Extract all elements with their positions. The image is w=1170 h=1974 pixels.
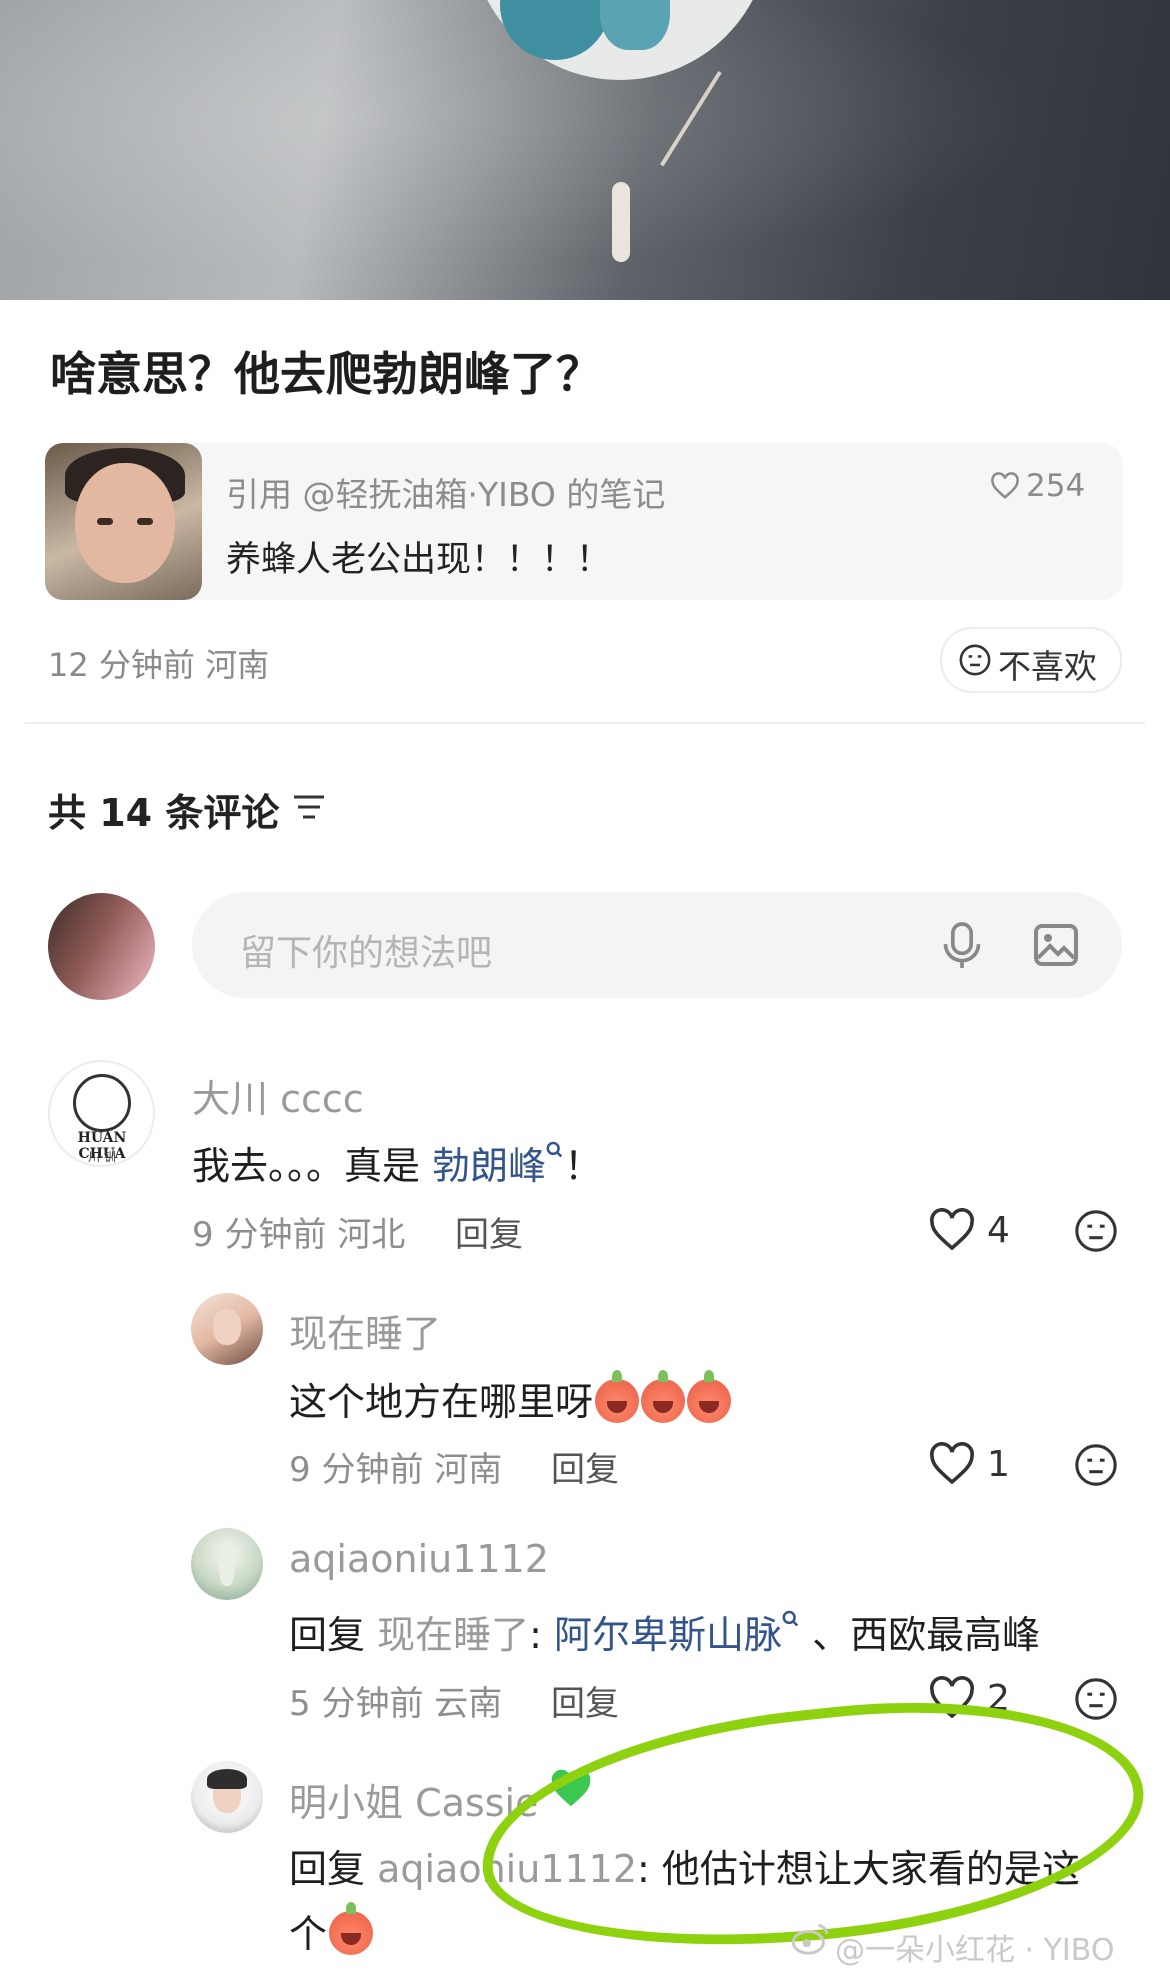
avatar[interactable]: HUAN CHUA 川·钏 bbox=[48, 1060, 155, 1167]
divider bbox=[25, 722, 1145, 724]
avatar-figure bbox=[219, 1542, 235, 1586]
heart-icon bbox=[991, 472, 1019, 499]
avatar[interactable] bbox=[191, 1528, 263, 1600]
comment-text-body: 个 bbox=[289, 1912, 328, 1956]
quote-source[interactable]: 引用 @轻抚油箱·YIBO 的笔记 bbox=[226, 468, 665, 516]
reply-button[interactable]: 回复 bbox=[455, 1207, 523, 1256]
comment-username[interactable]: aqiaoniu1112 bbox=[289, 1537, 549, 1581]
my-avatar[interactable] bbox=[48, 893, 155, 1000]
comment-text: 我去。。。真是 勃朗峰 ！ bbox=[192, 1135, 602, 1190]
quote-like-count[interactable]: 254 bbox=[990, 468, 1085, 504]
like-count: 1 bbox=[987, 1444, 1010, 1485]
avatar-logo-subtext: 川·钏 bbox=[88, 1150, 116, 1164]
search-mini-icon bbox=[782, 1610, 799, 1627]
post-title: 啥意思？他去爬勃朗峰了？ bbox=[50, 347, 602, 401]
reply-colon: : bbox=[529, 1613, 554, 1657]
post-meta: 12 分钟前 河南 bbox=[48, 646, 270, 684]
weibo-logo-icon bbox=[790, 1922, 830, 1960]
dislike-face-icon bbox=[959, 644, 991, 676]
avatar-hair bbox=[207, 1769, 247, 1789]
quote-text: 养蜂人老公出现！！！！ bbox=[226, 540, 612, 580]
heart-icon bbox=[930, 1208, 974, 1251]
comment-text-prefix: 我去。。。真是 bbox=[192, 1144, 433, 1188]
reply-button[interactable]: 回复 bbox=[551, 1442, 619, 1491]
comment-text-body: 这个地方在哪里呀 bbox=[289, 1380, 594, 1424]
watermark: @一朵小红花 · YIBO bbox=[835, 1933, 1115, 1968]
quote-like-number: 254 bbox=[1026, 468, 1086, 504]
dislike-face-icon[interactable] bbox=[1073, 1676, 1119, 1726]
post-image[interactable] bbox=[0, 0, 1170, 300]
comment-meta: 9 分钟前 河北 bbox=[192, 1215, 406, 1255]
laughing-emoji-icon bbox=[595, 1369, 640, 1423]
sort-icon[interactable] bbox=[292, 792, 326, 826]
comment-username[interactable]: 大川 cccc bbox=[192, 1068, 364, 1123]
thumbnail-eye bbox=[137, 518, 153, 525]
heart-icon bbox=[930, 1442, 974, 1485]
reply-prefix: 回复 bbox=[289, 1847, 378, 1891]
thumbnail-eye bbox=[97, 518, 113, 525]
like-button[interactable] bbox=[928, 1442, 976, 1490]
dislike-label: 不喜欢 bbox=[998, 647, 1097, 686]
comment-text: 这个地方在哪里呀 bbox=[289, 1369, 732, 1427]
dislike-button[interactable]: 不喜欢 bbox=[940, 627, 1122, 693]
dislike-face-icon[interactable] bbox=[1073, 1442, 1119, 1492]
topic-link[interactable]: 阿尔卑斯山脉 bbox=[554, 1613, 782, 1657]
avatar[interactable] bbox=[191, 1293, 263, 1365]
comment-text-suffix: ！ bbox=[564, 1144, 603, 1188]
dislike-face-icon[interactable] bbox=[1073, 1208, 1119, 1258]
comment-username[interactable]: 明小姐 Cassie bbox=[289, 1772, 538, 1827]
reply-button[interactable]: 回复 bbox=[551, 1676, 619, 1725]
comment-meta: 9 分钟前 河南 bbox=[289, 1450, 503, 1490]
comment-username[interactable]: 现在睡了 bbox=[289, 1303, 441, 1358]
thumbnail-face bbox=[75, 463, 175, 583]
laughing-emoji-icon bbox=[687, 1369, 732, 1423]
comment-text-suffix: 、西欧最高峰 bbox=[800, 1613, 1041, 1657]
avatar-logo bbox=[73, 1074, 131, 1132]
laughing-emoji-icon bbox=[329, 1901, 374, 1955]
avatar[interactable] bbox=[191, 1761, 263, 1833]
comment-meta: 5 分钟前 云南 bbox=[289, 1684, 503, 1724]
like-button[interactable] bbox=[928, 1208, 976, 1256]
laughing-emoji-icon bbox=[641, 1369, 686, 1423]
topic-link[interactable]: 勃朗峰 bbox=[432, 1144, 546, 1188]
comment-input-placeholder: 留下你的想法吧 bbox=[240, 933, 493, 974]
like-count: 4 bbox=[987, 1210, 1010, 1251]
post-image-pendant bbox=[612, 182, 630, 262]
quote-thumbnail[interactable] bbox=[45, 443, 202, 600]
reply-to-user[interactable]: 现在睡了 bbox=[377, 1613, 529, 1657]
comment-text: 回复 现在睡了: 阿尔卑斯山脉 、西欧最高峰 bbox=[289, 1604, 1040, 1659]
mic-icon[interactable] bbox=[940, 920, 984, 976]
image-icon[interactable] bbox=[1032, 922, 1080, 972]
reply-prefix: 回复 bbox=[289, 1613, 378, 1657]
avatar-face bbox=[213, 1309, 241, 1345]
comment-text-line2: 个 bbox=[289, 1901, 374, 1959]
comment-count: 共 14 条评论 bbox=[48, 791, 280, 835]
search-mini-icon bbox=[546, 1141, 563, 1158]
